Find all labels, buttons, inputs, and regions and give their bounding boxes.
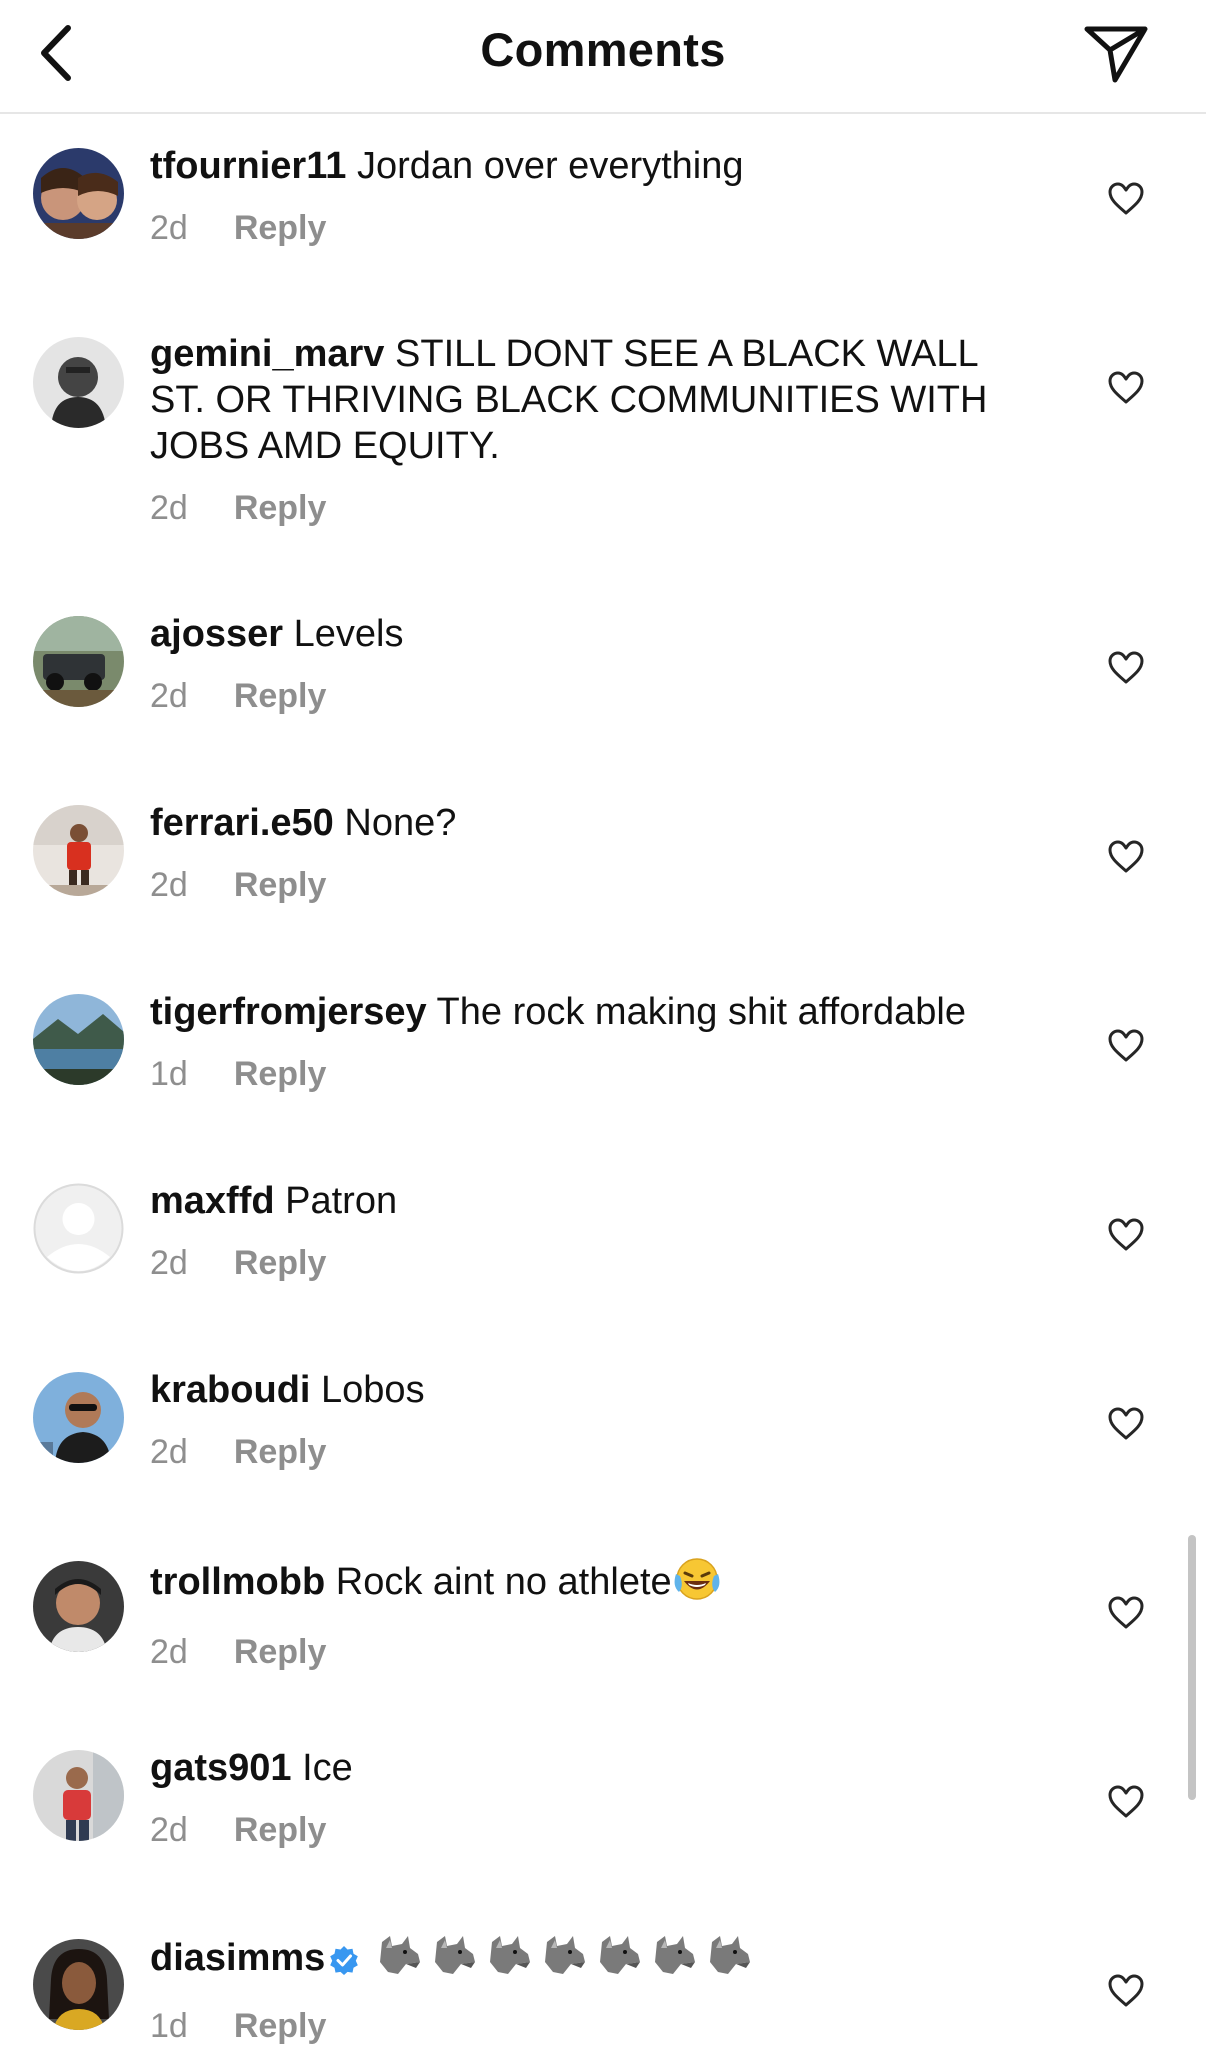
send-icon	[1084, 26, 1148, 83]
heart-outline-icon	[1108, 1785, 1144, 1817]
like-button[interactable]	[1102, 363, 1150, 411]
like-button[interactable]	[1102, 174, 1150, 222]
wolf-emoji-icon	[541, 1934, 587, 1987]
like-button[interactable]	[1102, 832, 1150, 880]
comment-body: kraboudi Lobos 2d Reply	[150, 1367, 1030, 1472]
comment-body: maxffd Patron 2d Reply	[150, 1178, 1030, 1283]
heart-outline-icon	[1108, 1596, 1144, 1628]
heart-outline-icon	[1108, 840, 1144, 872]
like-button[interactable]	[1102, 643, 1150, 691]
comment-text: Lobos	[321, 1369, 425, 1411]
comment-text: Jordan over everything	[356, 145, 744, 187]
avatar[interactable]	[33, 148, 124, 239]
reply-button[interactable]: Reply	[234, 489, 327, 528]
comment-body: gats901 Ice 2d Reply	[150, 1745, 1030, 1850]
comment-time: 1d	[150, 2007, 188, 2045]
like-button[interactable]	[1102, 1588, 1150, 1636]
scrollbar[interactable]	[1188, 1535, 1196, 1800]
comment-username[interactable]: trollmobb	[150, 1561, 325, 1603]
comment-time: 2d	[150, 1244, 188, 1282]
heart-outline-icon	[1108, 182, 1144, 214]
avatar[interactable]	[33, 1372, 124, 1463]
avatar[interactable]	[33, 805, 124, 896]
reply-button[interactable]: Reply	[234, 1633, 327, 1672]
avatar[interactable]	[33, 1750, 124, 1841]
reply-button[interactable]: Reply	[234, 1244, 327, 1283]
header-bar: Comments	[0, 0, 1206, 114]
comment-username[interactable]: tfournier11	[150, 145, 346, 187]
comment-username[interactable]: ferrari.e50	[150, 802, 334, 844]
comment-username[interactable]: diasimms	[150, 1937, 325, 1979]
wolf-emoji-icon	[651, 1934, 697, 1987]
heart-outline-icon	[1108, 1974, 1144, 2006]
heart-outline-icon	[1108, 1218, 1144, 1250]
comment-username[interactable]: gemini_marv	[150, 333, 384, 375]
avatar[interactable]	[33, 1561, 124, 1652]
wolf-emoji-group	[365, 1936, 761, 1979]
reply-button[interactable]: Reply	[234, 1811, 327, 1850]
comment-username[interactable]: ajosser	[150, 613, 283, 655]
reply-button[interactable]: Reply	[234, 866, 327, 905]
comment-time: 1d	[150, 1055, 188, 1093]
heart-outline-icon	[1108, 1407, 1144, 1439]
comment-text: Ice	[302, 1747, 353, 1789]
reply-button[interactable]: Reply	[234, 209, 327, 248]
avatar[interactable]	[33, 1183, 124, 1274]
comment-username[interactable]: maxffd	[150, 1180, 275, 1222]
comment-time: 2d	[150, 866, 188, 904]
wolf-emoji-icon	[706, 1934, 752, 1987]
comment-text: Patron	[285, 1180, 398, 1222]
verified-badge-icon	[329, 1940, 359, 1986]
comment-text: Rock aint no athlete	[335, 1561, 672, 1603]
avatar[interactable]	[33, 1939, 124, 2030]
avatar[interactable]	[33, 616, 124, 707]
page-title: Comments	[480, 23, 726, 76]
reply-button[interactable]: Reply	[234, 1055, 327, 1094]
default-avatar-icon	[33, 1183, 124, 1274]
comment-body: diasimms 1d Reply	[150, 1934, 1030, 2046]
wolf-emoji-icon	[596, 1934, 642, 1987]
comment-body: ajosser Levels 2d Reply	[150, 611, 1030, 716]
share-button[interactable]	[1076, 14, 1156, 94]
reply-button[interactable]: Reply	[234, 677, 327, 716]
wolf-emoji-icon	[376, 1934, 422, 1987]
reply-button[interactable]: Reply	[234, 1433, 327, 1472]
comment-body: ferrari.e50 None? 2d Reply	[150, 800, 1030, 905]
comment-username[interactable]: kraboudi	[150, 1369, 310, 1411]
laughing-emoji-icon	[672, 1556, 722, 1613]
like-button[interactable]	[1102, 1210, 1150, 1258]
comment-text: The rock making shit affordable	[436, 991, 967, 1033]
avatar[interactable]	[33, 994, 124, 1085]
heart-outline-icon	[1108, 371, 1144, 403]
like-button[interactable]	[1102, 1021, 1150, 1069]
comment-body: gemini_marv STILL DONT SEE A BLACK WALL …	[150, 331, 1030, 528]
comment-time: 2d	[150, 209, 188, 247]
comment-text: Levels	[293, 613, 404, 655]
comment-body: trollmobb Rock aint no athlete 2d Reply	[150, 1556, 1030, 1672]
comment-time: 2d	[150, 677, 188, 715]
comment-time: 2d	[150, 1633, 188, 1671]
reply-button[interactable]: Reply	[234, 2007, 327, 2046]
comment-username[interactable]: gats901	[150, 1747, 292, 1789]
like-button[interactable]	[1102, 1777, 1150, 1825]
heart-outline-icon	[1108, 651, 1144, 683]
wolf-emoji-icon	[431, 1934, 477, 1987]
like-button[interactable]	[1102, 1966, 1150, 2014]
comment-body: tfournier11 Jordan over everything 2d Re…	[150, 143, 1030, 248]
comment-username[interactable]: tigerfromjersey	[150, 991, 427, 1033]
like-button[interactable]	[1102, 1399, 1150, 1447]
wolf-emoji-icon	[486, 1934, 532, 1987]
heart-outline-icon	[1108, 1029, 1144, 1061]
comment-time: 2d	[150, 1433, 188, 1471]
avatar[interactable]	[33, 337, 124, 428]
comment-body: tigerfromjersey The rock making shit aff…	[150, 989, 1030, 1094]
comment-text: None?	[344, 802, 457, 844]
comment-time: 2d	[150, 1811, 188, 1849]
comment-time: 2d	[150, 489, 188, 527]
